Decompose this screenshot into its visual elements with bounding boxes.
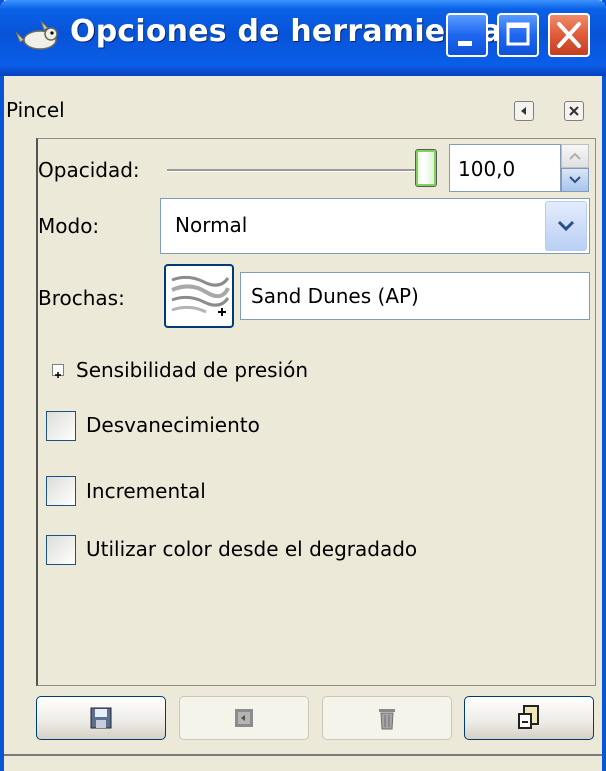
checkbox-fade[interactable] (46, 411, 76, 441)
restore-icon (235, 709, 253, 727)
dockable-header: Pincel (4, 84, 602, 138)
maximize-button[interactable] (497, 13, 539, 57)
mode-dropdown-button[interactable] (545, 201, 587, 251)
brush-preview-button[interactable] (164, 264, 234, 328)
minimize-icon (458, 41, 472, 46)
mode-value: Normal (175, 213, 248, 237)
restore-options-button[interactable] (179, 696, 309, 740)
pressure-sensitivity-label: Sensibilidad de presión (76, 358, 309, 382)
maximize-icon (506, 22, 530, 46)
opacity-slider-track[interactable] (167, 169, 417, 172)
window-bottom-border (4, 754, 602, 756)
checkbox-incremental[interactable] (46, 476, 76, 506)
close-tab-icon (569, 106, 579, 116)
close-tab-button[interactable] (564, 101, 584, 121)
incremental-label[interactable]: Incremental (86, 479, 206, 503)
opacity-spinner[interactable] (561, 144, 589, 192)
spin-down-button[interactable] (561, 168, 589, 192)
save-options-button[interactable] (36, 696, 166, 740)
close-icon (557, 22, 581, 48)
fade-label[interactable]: Desvanecimiento (86, 413, 260, 437)
brush-preview-icon (171, 275, 230, 316)
button-bar (36, 692, 596, 746)
reset-options-button[interactable] (464, 696, 594, 740)
chevron-up-icon (569, 152, 581, 160)
minimize-button[interactable] (446, 13, 488, 57)
opacity-label: Opacidad: (38, 158, 140, 182)
expand-icon (52, 364, 64, 378)
checkbox-gradient-color[interactable] (46, 535, 76, 565)
title-bar[interactable]: Opciones de herramienta (0, 0, 606, 76)
brush-name-field[interactable]: Sand Dunes (AP) (240, 272, 590, 320)
dockable-title: Pincel (6, 98, 65, 122)
mode-select[interactable]: Normal (160, 198, 590, 254)
gradient-color-label[interactable]: Utilizar color desde el degradado (86, 537, 417, 561)
spin-up-button[interactable] (561, 144, 589, 168)
tool-options-window: Opciones de herramienta Pincel Opacidad:… (0, 0, 606, 771)
opacity-slider-thumb[interactable] (415, 149, 437, 187)
save-icon (90, 707, 112, 729)
tab-menu-button[interactable] (514, 101, 534, 121)
chevron-down-icon (557, 220, 575, 232)
window-title: Opciones de herramienta (70, 14, 502, 49)
mode-label: Modo: (38, 214, 100, 238)
brush-name: Sand Dunes (AP) (251, 284, 419, 308)
delete-icon (379, 709, 395, 730)
opacity-value: 100,0 (458, 157, 516, 181)
tab-menu-icon (521, 107, 526, 115)
close-button[interactable] (548, 13, 590, 57)
gimp-wilber-icon (15, 20, 58, 50)
opacity-value-field[interactable]: 100,0 (449, 144, 561, 192)
chevron-down-icon (569, 176, 581, 184)
brushes-label: Brochas: (38, 286, 125, 310)
delete-options-button[interactable] (322, 696, 452, 740)
reset-icon (518, 705, 539, 729)
